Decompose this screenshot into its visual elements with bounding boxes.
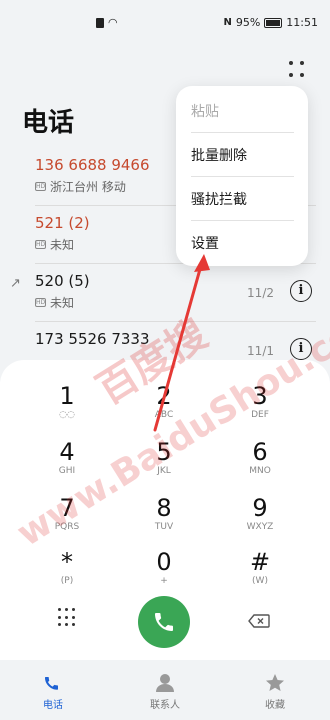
dot-icon: [300, 61, 304, 65]
voicemail-icon: ◌◌: [59, 410, 75, 420]
key-letters: ABC: [154, 410, 174, 420]
location-text: 未知: [50, 238, 75, 252]
key-digit: 9: [252, 494, 268, 522]
key-letters: TUV: [154, 522, 174, 532]
key-digit: 1: [59, 382, 75, 410]
page-title: 电话: [22, 108, 75, 138]
nav-label: 电话: [43, 700, 63, 711]
menu-item-paste[interactable]: 粘贴: [191, 90, 294, 134]
divider: [191, 132, 294, 133]
key-letters: PQRS: [54, 522, 80, 532]
status-bar: ◠ N 95% 11:51: [0, 0, 330, 40]
status-right: N 95% 11:51: [223, 16, 318, 29]
battery-percent: 95%: [235, 16, 261, 29]
menu-item-batch-delete[interactable]: 批量删除: [191, 134, 294, 178]
info-icon[interactable]: i: [290, 338, 312, 360]
key-letters: (W): [252, 576, 268, 586]
hd-icon: HD: [35, 182, 46, 191]
phone-icon: [45, 677, 58, 690]
battery-icon: [264, 17, 283, 28]
divider: [191, 176, 294, 177]
call-number: 520 (5): [35, 272, 90, 290]
clock: 11:51: [286, 16, 318, 29]
nav-label: 收藏: [265, 700, 285, 711]
key-letters: DEF: [251, 410, 269, 420]
star-icon: [266, 674, 284, 691]
key-digit: 5: [156, 438, 172, 466]
outgoing-call-icon: ↗: [10, 276, 21, 291]
key-letters: JKL: [157, 466, 171, 476]
status-center: ◠: [96, 16, 118, 29]
call-date: 11/2: [247, 286, 274, 300]
key-digit: 7: [59, 494, 75, 522]
location-text: 未知: [50, 296, 75, 310]
dial-pad: 1 ◌◌ 2 ABC 3 DEF 4 GHI 5 JKL 6 MNO 7 PQRS 8 TUV …: [0, 360, 330, 660]
key-digit: #: [249, 548, 271, 576]
call-location: HD 未知: [35, 236, 74, 253]
key-3[interactable]: 3 DEF: [220, 382, 300, 432]
nav-label: 联系人: [150, 700, 180, 711]
key-7[interactable]: 7 PQRS: [27, 494, 107, 544]
call-button[interactable]: [138, 596, 190, 648]
more-options-button[interactable]: [285, 58, 309, 82]
key-digit: 6: [252, 438, 268, 466]
key-4[interactable]: 4 GHI: [27, 438, 107, 488]
nav-phone[interactable]: 电话: [18, 672, 88, 711]
nav-favorites[interactable]: 收藏: [240, 672, 310, 711]
info-icon[interactable]: i: [290, 280, 312, 302]
key-letters: (P): [60, 576, 74, 586]
call-location: HD 未知: [35, 294, 74, 311]
key-5[interactable]: 5 JKL: [124, 438, 204, 488]
bottom-nav: 电话 联系人 收藏: [0, 660, 330, 720]
person-icon: [156, 674, 174, 692]
call-location: HD 浙江台州 移动: [35, 178, 126, 195]
dot-icon: [300, 72, 304, 77]
call-number: 136 6688 9466: [35, 156, 150, 174]
key-digit: 3: [252, 382, 268, 410]
dot-icon: [289, 61, 293, 65]
key-digit: 0: [156, 548, 172, 576]
key-letters: MNO: [249, 466, 271, 476]
key-letters: +: [160, 576, 168, 586]
hd-icon: HD: [35, 240, 46, 249]
key-digit: 8: [156, 494, 172, 522]
key-9[interactable]: 9 WXYZ: [220, 494, 300, 544]
key-0[interactable]: 0 +: [124, 548, 204, 598]
backspace-icon[interactable]: [248, 614, 270, 628]
divider: [191, 220, 294, 221]
hd-icon: HD: [35, 298, 46, 307]
dialpad-toggle-icon[interactable]: [58, 608, 78, 628]
sim-icon: [96, 17, 104, 28]
key-letters: GHI: [58, 466, 76, 476]
key-6[interactable]: 6 MNO: [220, 438, 300, 488]
key-digit: *: [61, 548, 73, 576]
dot-icon: [289, 72, 293, 77]
nav-contacts[interactable]: 联系人: [130, 672, 200, 711]
key-8[interactable]: 8 TUV: [124, 494, 204, 544]
key-digit: 4: [59, 438, 75, 466]
key-letters: WXYZ: [246, 522, 274, 532]
key-hash[interactable]: # (W): [220, 548, 300, 598]
key-digit: 2: [156, 382, 172, 410]
nfc-icon: N: [223, 17, 232, 28]
overflow-menu: 粘贴 批量删除 骚扰拦截 设置: [176, 86, 308, 266]
menu-item-settings[interactable]: 设置: [191, 222, 294, 266]
phone-icon: [155, 613, 173, 631]
key-2[interactable]: 2 ABC: [124, 382, 204, 432]
key-1[interactable]: 1 ◌◌: [27, 382, 107, 432]
call-number: 521 (2): [35, 214, 90, 232]
key-star[interactable]: * (P): [27, 548, 107, 598]
menu-item-block[interactable]: 骚扰拦截: [191, 178, 294, 222]
wifi-icon: ◠: [108, 16, 118, 29]
call-log-item[interactable]: ↗ 520 (5) HD 未知 11/2 i: [0, 264, 330, 322]
call-date: 11/1: [247, 344, 274, 358]
location-text: 浙江台州 移动: [50, 180, 126, 194]
call-number: 173 5526 7333: [35, 330, 150, 348]
